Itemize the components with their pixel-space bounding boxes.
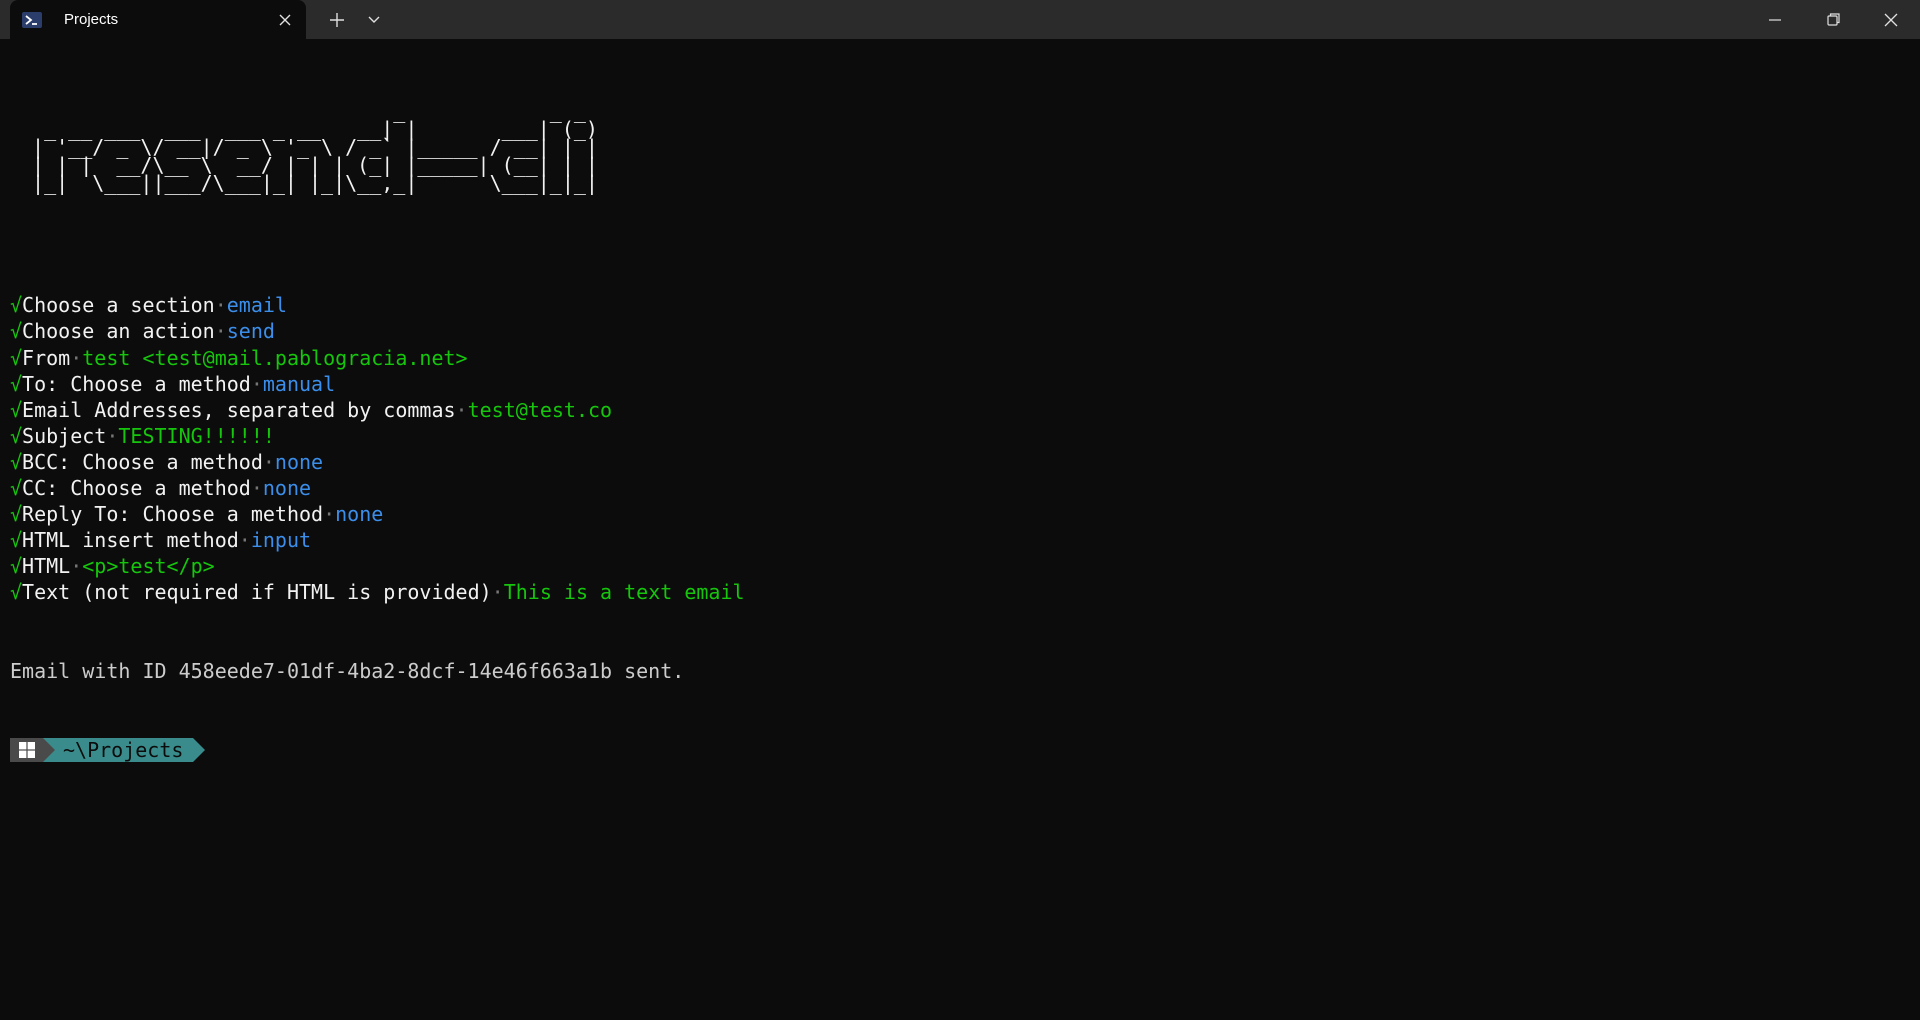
prompt-entry: √ CC: Choose a method · none [10,475,1910,501]
entry-label: Choose a section [22,293,215,318]
prompt-entry: √ Choose an action · send [10,318,1910,344]
entry-label: CC: Choose a method [22,476,251,501]
minimize-button[interactable] [1752,0,1798,39]
prompt-entry: √ Subject · TESTING!!!!!! [10,423,1910,449]
entry-separator: · [214,293,227,318]
entry-value: none [262,476,312,501]
restore-button[interactable] [1810,0,1856,39]
entry-value: test@test.co [467,397,613,422]
entry-value: none [274,449,324,474]
prompt-entries: √ Choose a section · email √ Choose an ac… [10,292,1910,605]
close-tab-icon[interactable] [274,9,296,31]
entry-label: Text (not required if HTML is provided) [22,580,492,605]
entry-label: HTML [22,554,71,579]
entry-value: none [335,502,384,527]
entry-value: input [250,528,312,553]
entry-value: email [226,293,287,318]
prompt-path: ~\Projects [55,738,194,762]
entry-separator: · [238,528,251,553]
check-mark-icon: √ [10,449,23,474]
entry-label: BCC: Choose a method [22,449,263,474]
result-line: Email with ID 458eede7-01df-4ba2-8dcf-14… [10,658,1910,684]
send-result: Email with ID 458eede7-01df-4ba2-8dcf-14… [10,658,685,683]
entry-separator: · [250,371,263,396]
entry-label: HTML insert method [22,528,239,553]
entry-label: Email Addresses, separated by commas [22,397,456,422]
plus-icon [330,12,344,27]
tab-title: Projects [64,11,119,28]
entry-separator: · [491,580,504,605]
prompt-entry: √ From · test <test@mail.pablogracia.net… [10,345,1910,371]
entry-separator: · [262,449,275,474]
entry-label: Choose an action [22,319,215,344]
check-mark-icon: √ [10,397,23,422]
check-mark-icon: √ [10,554,23,579]
entry-label: Subject [22,423,107,448]
check-mark-icon: √ [10,345,23,370]
prompt-entry: √ HTML insert method · input [10,527,1910,553]
prompt-entry: √ BCC: Choose a method · none [10,449,1910,475]
close-window-button[interactable] [1868,0,1914,39]
powerline-separator [43,737,55,762]
new-tab-button[interactable] [320,0,354,39]
close-icon [1884,13,1898,26]
entry-separator: · [323,502,336,527]
tab-projects[interactable]: Projects [10,0,306,39]
shell-prompt: ~\Projects [10,737,1910,763]
restore-icon [1826,13,1840,26]
entry-label: Reply To: Choose a method [22,502,324,527]
check-mark-icon: √ [10,528,23,553]
prompt-entry: √ Choose a section · email [10,292,1910,318]
prompt-entry: √ Email Addresses, separated by commas ·… [10,397,1910,423]
entry-value: manual [262,371,336,396]
entry-separator: · [70,345,83,370]
prompt-entry: √ To: Choose a method · manual [10,371,1910,397]
entry-separator: · [455,397,468,422]
entry-label: From [22,345,71,370]
entry-value: This is a text email [503,580,745,605]
entry-value: send [226,319,275,344]
windows-icon [10,737,43,762]
check-mark-icon: √ [10,319,23,344]
check-mark-icon: √ [10,371,23,396]
powerline-separator [193,737,206,762]
ascii-banner: _ _ _ _ __ ___ ___ ___ _ __ __| | ___| (… [32,99,598,196]
powershell-icon [22,10,44,30]
entry-label: To: Choose a method [22,371,251,396]
entry-value: <p>test</p> [82,554,215,579]
prompt-entry: √ Reply To: Choose a method · none [10,501,1910,527]
entry-value: test <test@mail.pablogracia.net> [82,345,468,370]
check-mark-icon: √ [10,580,23,605]
chevron-down-icon [368,16,380,23]
check-mark-icon: √ [10,293,23,318]
tab-dropdown-button[interactable] [360,0,388,39]
prompt-entry: √ Text (not required if HTML is provided… [10,579,1910,605]
entry-separator: · [250,476,263,501]
prompt-entry: √ HTML · <p>test</p> [10,553,1910,579]
title-bar: Projects [0,0,1920,39]
entry-separator: · [70,554,83,579]
entry-separator: · [106,423,119,448]
terminal-output[interactable]: _ _ _ _ __ ___ ___ ___ _ __ __| | ___| (… [10,50,1910,1010]
entry-separator: · [214,319,227,344]
check-mark-icon: √ [10,423,23,448]
check-mark-icon: √ [10,476,23,501]
check-mark-icon: √ [10,502,23,527]
minimize-icon [1769,18,1781,21]
entry-value: TESTING!!!!!! [118,423,275,448]
